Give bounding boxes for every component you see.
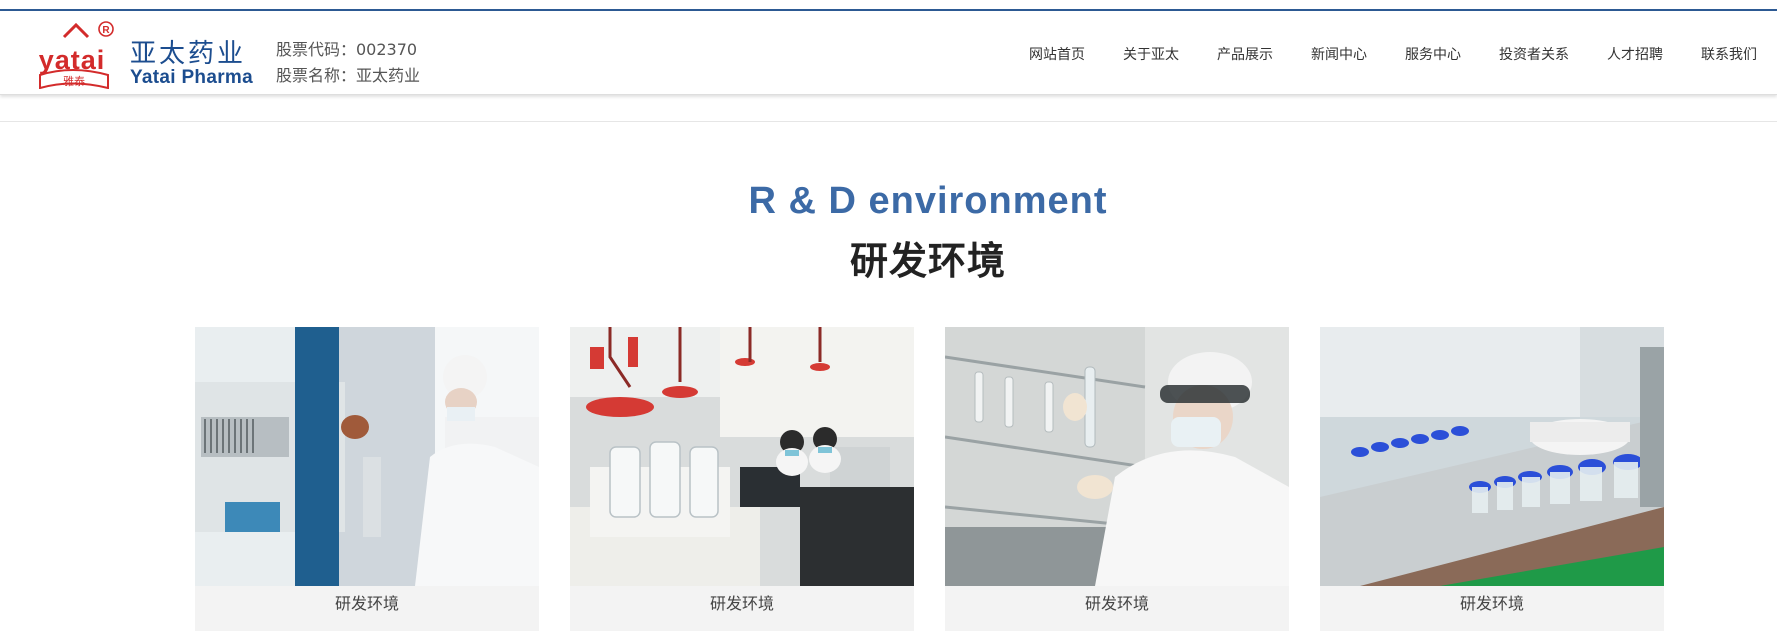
nav-item-service[interactable]: 服务中心	[1405, 44, 1461, 64]
brand-name-en: Yatai Pharma	[130, 67, 253, 88]
nav-item-investors[interactable]: 投资者关系	[1499, 44, 1569, 64]
lab-technician-photo	[195, 327, 539, 586]
nav-item-news[interactable]: 新闻中心	[1311, 44, 1367, 64]
nav-item-careers[interactable]: 人才招聘	[1607, 44, 1663, 64]
top-accent-line	[0, 0, 1777, 11]
researcher-goggles-photo	[945, 327, 1289, 586]
header-divider	[0, 121, 1777, 122]
chemistry-lab-photo	[570, 327, 914, 586]
main-nav: 网站首页 关于亚太 产品展示 新闻中心 服务中心 投资者关系 人才招聘 联系我们	[1029, 44, 1757, 64]
card-caption: 研发环境	[709, 594, 774, 613]
rd-card-2[interactable]: 研发环境	[570, 327, 914, 631]
site-header: R yatai 雅泰 亚太药业 Yatai Pharma 股票代码：002370…	[0, 11, 1777, 95]
brand-name-cn: 亚太药业	[130, 39, 247, 69]
card-caption: 研发环境	[1084, 594, 1149, 613]
vial-production-line-photo	[1320, 327, 1664, 586]
section-title-en: R & D environment	[748, 180, 1108, 222]
yatai-logo[interactable]: R yatai 雅泰	[34, 19, 118, 90]
rd-card-1[interactable]: 研发环境	[195, 327, 539, 631]
nav-item-home[interactable]: 网站首页	[1029, 44, 1085, 64]
stock-info: 股票代码：002370 股票名称：亚太药业	[276, 37, 420, 89]
logo-subtext: 雅泰	[63, 74, 85, 88]
stock-name: 股票名称：亚太药业	[276, 66, 421, 85]
svg-text:R: R	[102, 25, 110, 36]
card-caption: 研发环境	[1459, 594, 1524, 613]
section-title-cn: 研发环境	[849, 239, 1006, 283]
card-caption: 研发环境	[334, 594, 399, 613]
nav-item-products[interactable]: 产品展示	[1217, 44, 1273, 64]
rd-card-4[interactable]: 研发环境	[1320, 327, 1664, 631]
nav-item-about[interactable]: 关于亚太	[1123, 44, 1179, 64]
rd-card-3[interactable]: 研发环境	[945, 327, 1289, 631]
stock-code: 股票代码：002370	[276, 40, 418, 59]
nav-item-contact[interactable]: 联系我们	[1701, 44, 1757, 64]
